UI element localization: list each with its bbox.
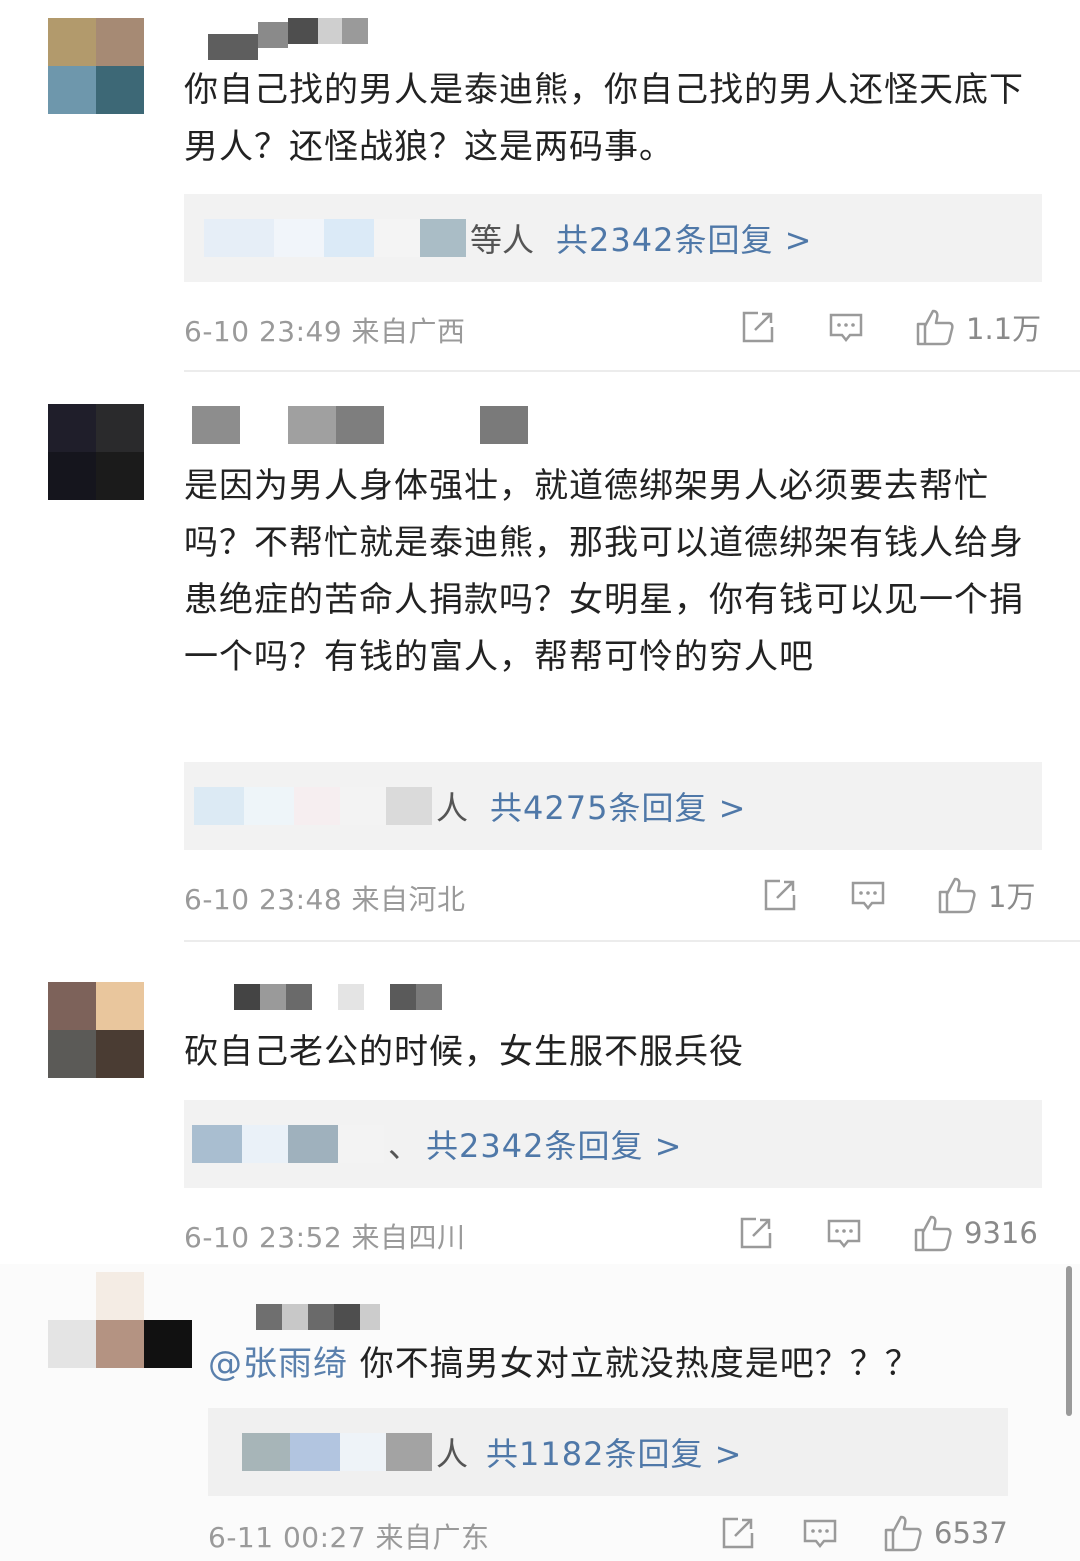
comment-item: 砍自己老公的时候，女生服不服兵役 、 共2342条回复 > 6-10 23:52… [0,942,1080,1264]
share-icon[interactable] [718,1513,758,1553]
comment-text: @张雨绮 你不搞男女对立就没热度是吧？？？ [208,1336,1038,1393]
avatar-tile [48,18,96,66]
avatar-tile [48,66,96,114]
like-icon[interactable] [914,306,956,348]
replier-names-blurred [204,218,466,258]
avatar-tile [48,1272,96,1320]
reply-summary[interactable]: 人 共4275条回复 > [184,762,1042,850]
action-bar: 6537 [718,1512,1008,1554]
comment-item: 你自己找的男人是泰迪熊，你自己找的男人还怪天底下男人？还怪战狼？这是两码事。 等… [0,0,1080,372]
comment-text-content: 你不搞男女对立就没热度是吧？？？ [348,1344,920,1384]
like-icon[interactable] [912,1212,954,1254]
mention-link[interactable]: @张雨绮 [208,1344,348,1384]
like-count: 1.1万 [966,312,1042,346]
avatar-tile [48,1030,96,1078]
action-bar: 9316 [736,1212,1038,1254]
avatar-tile [96,404,144,452]
avatar[interactable] [48,404,144,500]
action-bar: 1.1万 [738,306,1041,348]
comment-meta: 6-10 23:49 来自广西 [184,315,466,348]
comment-icon[interactable] [826,307,866,347]
like-count: 6537 [934,1516,1008,1550]
reply-count-link[interactable]: 共4275条回复 > [490,783,746,829]
avatar-tile [96,982,144,1030]
reply-summary[interactable]: 、 共2342条回复 > [184,1100,1042,1188]
replier-names-blurred [192,1124,384,1164]
username-blurred[interactable] [256,1304,380,1330]
reply-summary[interactable]: 等人 共2342条回复 > [184,194,1042,282]
avatar[interactable] [48,1272,192,1368]
like-icon[interactable] [882,1512,924,1554]
reply-summary[interactable]: 人 共1182条回复 > [208,1408,1008,1496]
share-icon[interactable] [736,1213,776,1253]
comment-text: 你自己找的男人是泰迪熊，你自己找的男人还怪天底下男人？还怪战狼？这是两码事。 [184,70,1024,167]
avatar-tile [96,1030,144,1078]
like-icon[interactable] [936,874,978,916]
comment-meta: 6-10 23:48 来自河北 [184,883,466,916]
avatar-tile [48,982,96,1030]
like-count: 1万 [988,880,1036,914]
comment-meta: 6-11 00:27 来自广东 [208,1521,490,1554]
comment-text: 是因为男人身体强壮，就道德绑架男人必须要去帮忙吗？不帮忙就是泰迪熊，那我可以道德… [184,466,1024,677]
avatar-tile [48,404,96,452]
username-blurred[interactable] [192,406,528,444]
replier-names-blurred [194,786,432,826]
comment-item: @张雨绮 你不搞男女对立就没热度是吧？？？ 人 共1182条回复 > 6-11 … [0,1264,1080,1561]
avatar-tile [48,1320,96,1368]
share-icon[interactable] [738,307,778,347]
comment-icon[interactable] [824,1213,864,1253]
reply-suffix: 人 [436,1435,469,1473]
comment-icon[interactable] [848,875,888,915]
share-icon[interactable] [760,875,800,915]
avatar[interactable] [48,18,144,114]
username-blurred[interactable] [234,984,442,1010]
comment-item: 是因为男人身体强壮，就道德绑架男人必须要去帮忙吗？不帮忙就是泰迪熊，那我可以道德… [0,372,1080,942]
avatar-tile [96,1272,144,1320]
avatar-tile [48,452,96,500]
scrollbar[interactable] [1066,1266,1072,1416]
avatar-tile [96,18,144,66]
reply-suffix: 人 [436,789,469,827]
reply-count-link[interactable]: 共1182条回复 > [486,1429,742,1475]
avatar-tile [144,1272,192,1320]
action-bar: 1万 [760,874,1035,916]
avatar-tile [96,452,144,500]
reply-count-link[interactable]: 共2342条回复 > [426,1121,682,1167]
username-blurred[interactable] [208,18,368,60]
comment-text: 砍自己老公的时候，女生服不服兵役 [184,1032,744,1072]
reply-suffix: 、 [388,1127,421,1165]
avatar-tile [144,1320,192,1368]
avatar-tile [96,66,144,114]
replier-names-blurred [242,1432,432,1472]
avatar-tile [96,1320,144,1368]
reply-suffix: 等人 [470,221,535,259]
comment-icon[interactable] [800,1513,840,1553]
avatar[interactable] [48,982,144,1078]
like-count: 9316 [964,1216,1038,1250]
comment-meta: 6-10 23:52 来自四川 [184,1221,466,1254]
reply-count-link[interactable]: 共2342条回复 > [556,215,812,261]
